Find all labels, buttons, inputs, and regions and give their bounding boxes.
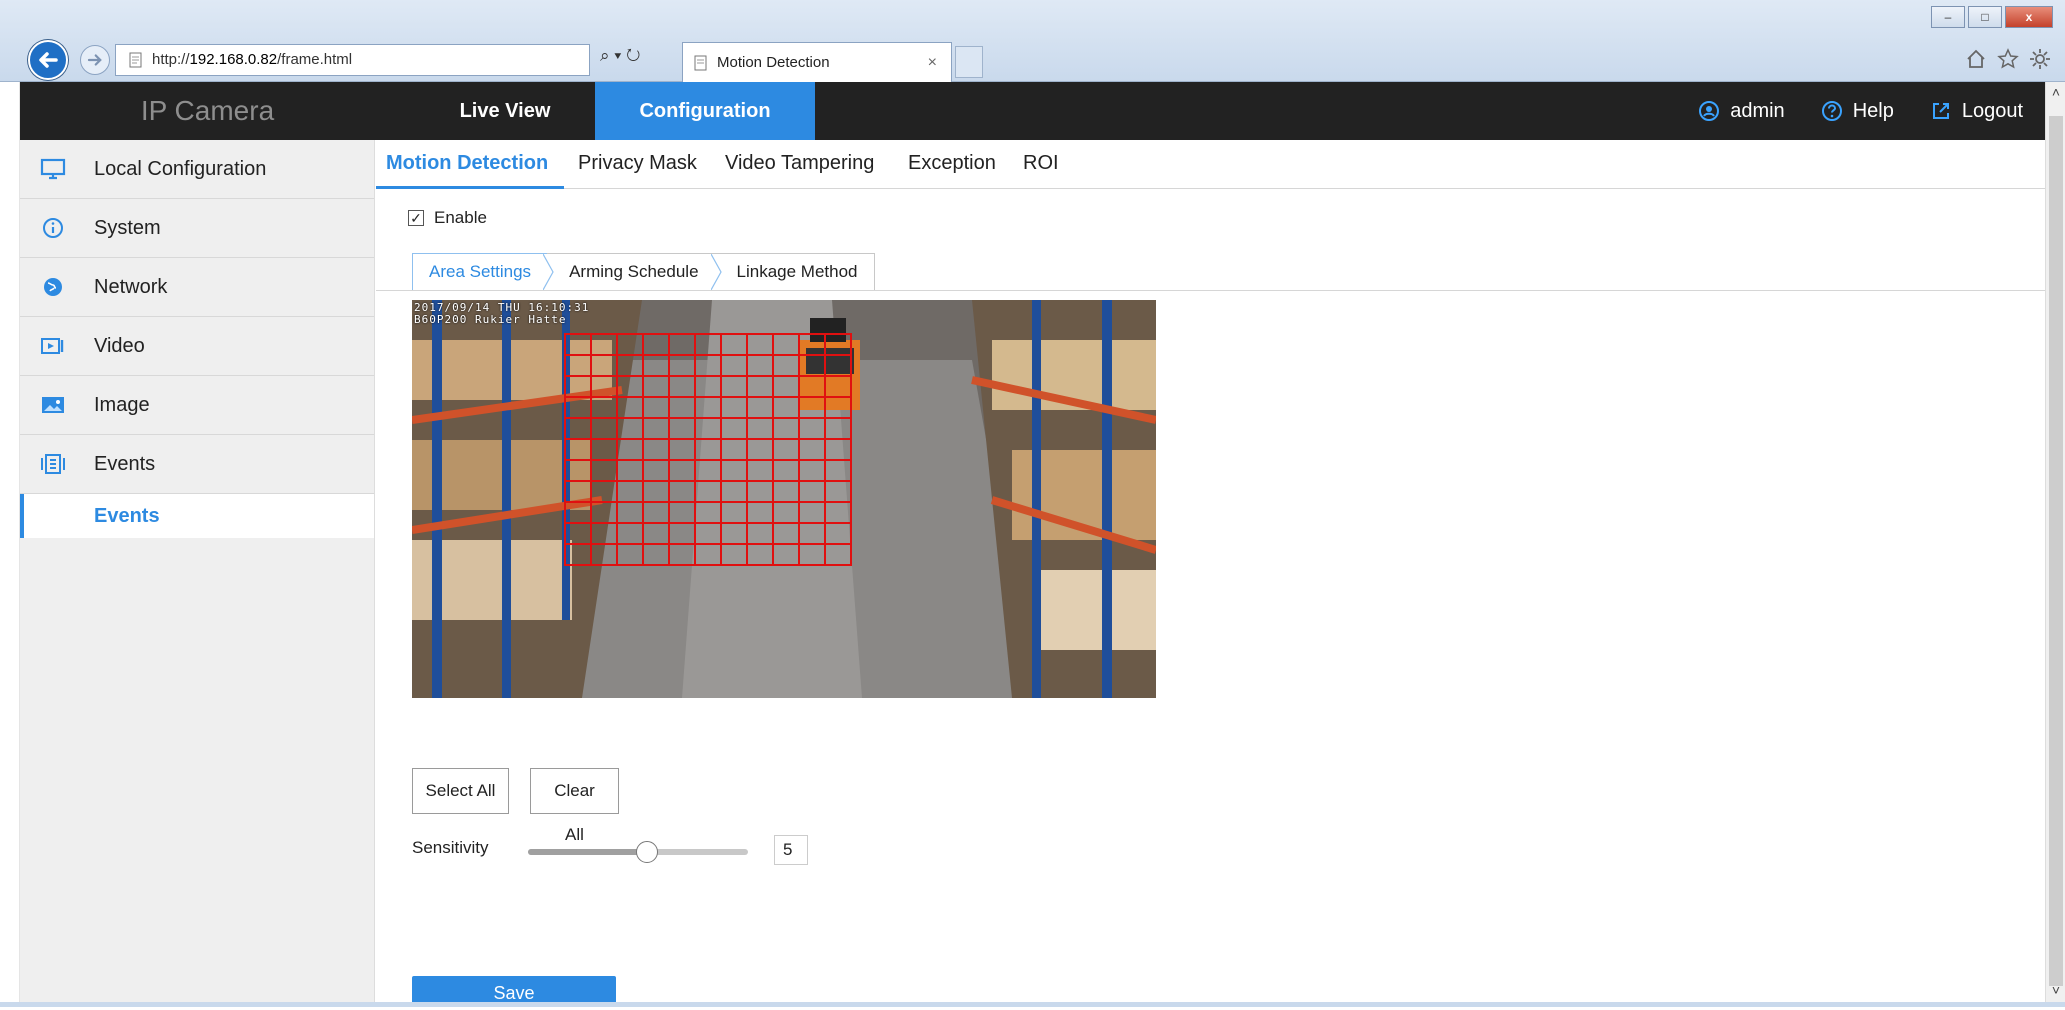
page-icon (129, 52, 142, 68)
step-label: Arming Schedule (569, 262, 699, 281)
step-label: Linkage Method (736, 262, 858, 281)
step-chevron-icon (543, 254, 554, 290)
address-host: 192.168.0.82 (189, 51, 278, 68)
help-label: Help (1852, 99, 1894, 122)
page-icon (694, 55, 707, 71)
enable-row: ✓ Enable (408, 208, 487, 228)
help-link[interactable]: Help (1821, 100, 1894, 123)
enable-label: Enable (434, 208, 487, 227)
step-area-settings[interactable]: Area Settings (412, 253, 554, 291)
user-bar: admin Help Logout (1698, 82, 2023, 140)
sidebar-subitem-events[interactable]: Events (20, 494, 374, 538)
address-prefix: http:// (152, 51, 190, 68)
nav-configuration[interactable]: Configuration (595, 82, 815, 140)
monitor-icon (40, 158, 66, 180)
sidebar-item-image[interactable]: Image (20, 376, 374, 435)
browser-toolbar (1965, 48, 2051, 70)
sidebar-item-label: Network (94, 275, 168, 298)
search-refresh-icon[interactable]: ⌕ ▾ ↻ (600, 46, 640, 66)
warehouse-scene (412, 300, 1156, 698)
logout-icon (1932, 103, 1949, 119)
step-chevron-icon (710, 254, 722, 290)
maximize-button[interactable]: □ (1968, 6, 2002, 28)
slider-fill (528, 849, 647, 855)
sidebar-item-local-configuration[interactable]: Local Configuration (20, 140, 374, 199)
tab-exception[interactable]: Exception (908, 152, 996, 175)
sidebar-item-events[interactable]: Events (20, 435, 374, 494)
clear-all-button[interactable]: Clear All (530, 768, 619, 844)
browser-tab[interactable]: Motion Detection × (682, 42, 952, 82)
camera-preview[interactable]: 2017/09/14 THU 16:10:31 B60P200 Rukier H… (412, 300, 1156, 698)
user-icon (1699, 101, 1720, 121)
tab-privacy-mask[interactable]: Privacy Mask (578, 152, 697, 175)
osd-camera-name: B60P200 Rukier Hatte (414, 313, 567, 326)
back-button[interactable] (28, 40, 68, 80)
help-icon (1821, 101, 1842, 121)
sidebar-subitem-label: Events (94, 504, 160, 527)
steps-divider (376, 290, 2045, 291)
sidebar-item-label: Events (94, 452, 156, 475)
video-icon (41, 338, 64, 354)
sensitivity-label: Sensitivity (412, 838, 489, 857)
address-path: /frame.html (277, 51, 353, 68)
step-label: Area Settings (429, 262, 532, 281)
app-header: IP Camera Live View Configuration admin … (20, 82, 2045, 140)
sidebar-item-label: Video (94, 334, 145, 357)
sidebar-item-network[interactable]: Network (20, 258, 374, 317)
gear-icon[interactable] (2029, 48, 2051, 70)
window-controls: – □ x (1931, 6, 2053, 28)
tab-video-tampering[interactable]: Video Tampering (725, 152, 874, 175)
new-tab-button[interactable] (955, 46, 983, 78)
tab-motion-detection[interactable]: Motion Detection (386, 152, 548, 175)
user-menu[interactable]: admin (1698, 99, 1785, 123)
globe-icon (44, 278, 62, 296)
sensitivity-value[interactable]: 5 (774, 835, 808, 865)
events-icon (41, 454, 65, 474)
sidebar: Local Configuration System Network Video… (20, 140, 375, 1002)
brand-title: IP Camera (140, 95, 275, 126)
star-icon[interactable] (1997, 48, 2019, 70)
scroll-up-icon[interactable]: ˄ (2048, 84, 2064, 100)
arrow-right-icon (87, 54, 102, 66)
camera-osd: 2017/09/14 THU 16:10:31 B60P200 Rukier H… (414, 302, 589, 326)
logout-label: Logout (1961, 99, 2023, 122)
scroll-thumb[interactable] (2049, 116, 2063, 986)
window-left-edge (0, 82, 20, 1002)
sidebar-item-label: Image (94, 393, 150, 416)
sidebar-item-system[interactable]: System (20, 199, 374, 258)
enable-checkbox[interactable]: ✓ (408, 210, 424, 226)
slider-handle[interactable] (635, 841, 658, 863)
address-bar[interactable]: http://192.168.0.82/frame.html (115, 44, 590, 76)
select-all-button[interactable]: Select All (412, 768, 509, 814)
settings-steps: Area Settings Arming Schedule Linkage Me… (412, 253, 875, 291)
vertical-scrollbar[interactable]: ˄ ˅ (2045, 82, 2065, 1002)
tab-roi[interactable]: ROI (1023, 152, 1059, 175)
sidebar-item-label: System (94, 216, 161, 239)
sidebar-item-label: Local Configuration (94, 157, 267, 180)
main-content: Motion Detection Privacy Mask Video Tamp… (376, 140, 2045, 1006)
user-name: admin (1730, 99, 1785, 122)
tab-title: Motion Detection (717, 54, 830, 71)
sensitivity-slider[interactable] (528, 841, 748, 863)
minimize-button[interactable]: – (1931, 6, 1965, 28)
nav-live-view[interactable]: Live View (395, 82, 615, 140)
active-tab-underline (376, 186, 564, 189)
sidebar-item-video[interactable]: Video (20, 317, 374, 376)
event-subtabs: Motion Detection Privacy Mask Video Tamp… (376, 140, 2045, 189)
scroll-down-icon[interactable]: ˅ (2048, 982, 2064, 998)
close-window-button[interactable]: x (2005, 6, 2053, 28)
browser-chrome: http://192.168.0.82/frame.html ⌕ ▾ ↻ Mot… (0, 0, 2065, 82)
logout-link[interactable]: Logout (1930, 100, 2023, 123)
step-linkage-method[interactable]: Linkage Method (714, 253, 875, 291)
image-icon (42, 397, 64, 413)
info-icon (43, 218, 63, 238)
close-tab-icon[interactable]: × (928, 43, 937, 83)
grid-cell[interactable] (642, 333, 670, 356)
window-bottom-edge (0, 1002, 2065, 1007)
arrow-left-icon (39, 52, 58, 68)
home-icon[interactable] (1965, 48, 1987, 70)
grid-cell[interactable] (668, 333, 696, 356)
step-arming-schedule[interactable]: Arming Schedule (547, 253, 722, 291)
forward-button[interactable] (80, 45, 110, 75)
